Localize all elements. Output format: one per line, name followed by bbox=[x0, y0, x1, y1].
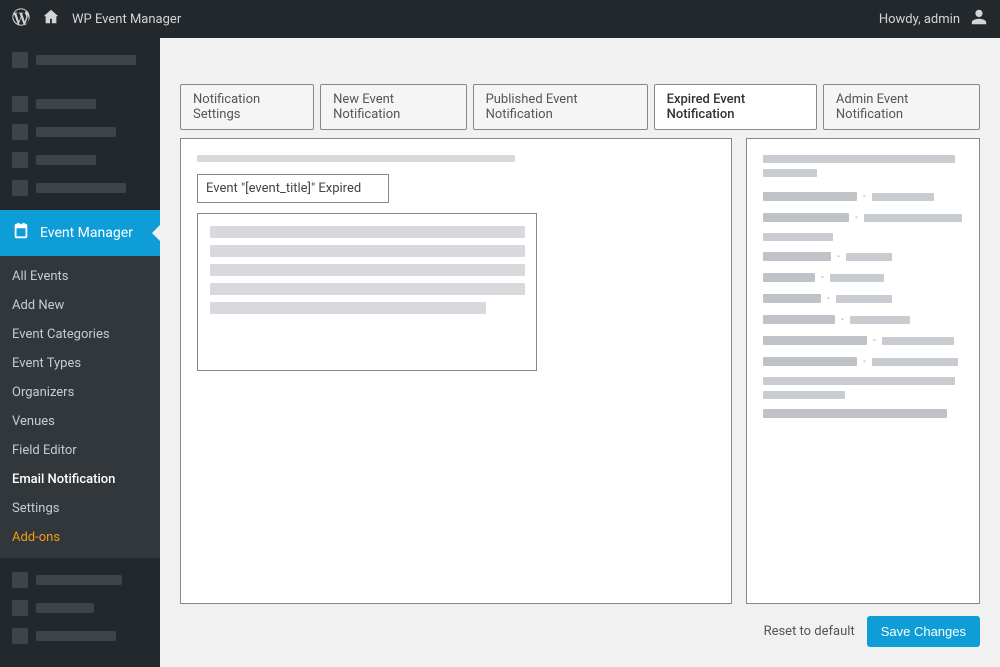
submenu-settings[interactable]: Settings bbox=[0, 494, 160, 523]
email-template-panel bbox=[180, 138, 732, 604]
tag-row-cont bbox=[763, 377, 955, 385]
tag-row: - bbox=[763, 191, 963, 202]
sidebar-placeholder bbox=[0, 594, 160, 622]
sidebar-placeholder bbox=[0, 118, 160, 146]
site-title[interactable]: WP Event Manager bbox=[72, 12, 181, 27]
tag-row: - bbox=[763, 272, 963, 283]
tag-row bbox=[763, 409, 947, 418]
tab-admin-event[interactable]: Admin Event Notification bbox=[823, 84, 980, 130]
submenu-event-types[interactable]: Event Types bbox=[0, 349, 160, 378]
tab-notification-settings[interactable]: Notification Settings bbox=[180, 84, 314, 130]
submenu-add-new[interactable]: Add New bbox=[0, 291, 160, 320]
submenu-event-categories[interactable]: Event Categories bbox=[0, 320, 160, 349]
tab-published-event[interactable]: Published Event Notification bbox=[473, 84, 648, 130]
panel-heading-placeholder bbox=[763, 169, 817, 177]
calendar-icon bbox=[12, 222, 30, 244]
submenu-all-events[interactable]: All Events bbox=[0, 262, 160, 291]
admin-bar: WP Event Manager Howdy, admin bbox=[0, 0, 1000, 38]
sidebar-placeholder bbox=[0, 46, 160, 74]
footer-actions: Reset to default Save Changes bbox=[180, 604, 980, 647]
admin-bar-right: Howdy, admin bbox=[879, 8, 988, 30]
tag-row-cont bbox=[763, 233, 833, 241]
submenu-venues[interactable]: Venues bbox=[0, 407, 160, 436]
wordpress-icon[interactable] bbox=[12, 8, 30, 30]
sidebar-placeholder bbox=[0, 174, 160, 202]
field-label-placeholder bbox=[197, 155, 515, 162]
submenu-field-editor[interactable]: Field Editor bbox=[0, 436, 160, 465]
email-body-editor[interactable] bbox=[197, 213, 537, 371]
tag-row: - bbox=[763, 293, 963, 304]
tab-new-event[interactable]: New Event Notification bbox=[320, 84, 466, 130]
content-row: - - - - bbox=[180, 138, 980, 604]
sidebar-placeholder bbox=[0, 566, 160, 594]
reset-button[interactable]: Reset to default bbox=[764, 624, 855, 639]
tag-row-cont bbox=[763, 391, 845, 399]
layout: Event Manager All Events Add New Event C… bbox=[0, 38, 1000, 667]
sidebar-active-label: Event Manager bbox=[40, 225, 133, 241]
sidebar-group bbox=[0, 82, 160, 210]
sidebar-group-top bbox=[0, 38, 160, 82]
sidebar-group-bottom bbox=[0, 558, 160, 658]
sidebar-placeholder bbox=[0, 90, 160, 118]
sidebar-item-event-manager[interactable]: Event Manager bbox=[0, 210, 160, 256]
user-icon[interactable] bbox=[970, 8, 988, 30]
submenu-organizers[interactable]: Organizers bbox=[0, 378, 160, 407]
subject-input[interactable] bbox=[197, 174, 389, 203]
tabs: Notification Settings New Event Notifica… bbox=[180, 84, 980, 130]
sidebar: Event Manager All Events Add New Event C… bbox=[0, 38, 160, 667]
tab-expired-event[interactable]: Expired Event Notification bbox=[654, 84, 817, 130]
admin-bar-left: WP Event Manager bbox=[12, 8, 181, 30]
main-content: Notification Settings New Event Notifica… bbox=[160, 38, 1000, 667]
panel-heading-placeholder bbox=[763, 155, 955, 163]
tag-row: - bbox=[763, 335, 963, 346]
tag-row: - bbox=[763, 314, 963, 325]
save-button[interactable]: Save Changes bbox=[867, 616, 980, 647]
tag-row: - bbox=[763, 251, 963, 262]
tag-row: - bbox=[763, 356, 963, 367]
home-icon[interactable] bbox=[42, 8, 60, 30]
sidebar-placeholder bbox=[0, 622, 160, 650]
user-greeting[interactable]: Howdy, admin bbox=[879, 12, 960, 27]
tag-row: - bbox=[763, 212, 963, 223]
template-tags-panel: - - - - bbox=[746, 138, 980, 604]
sidebar-placeholder bbox=[0, 146, 160, 174]
submenu: All Events Add New Event Categories Even… bbox=[0, 256, 160, 558]
submenu-email-notification[interactable]: Email Notification bbox=[0, 465, 160, 494]
submenu-addons[interactable]: Add-ons bbox=[0, 523, 160, 552]
